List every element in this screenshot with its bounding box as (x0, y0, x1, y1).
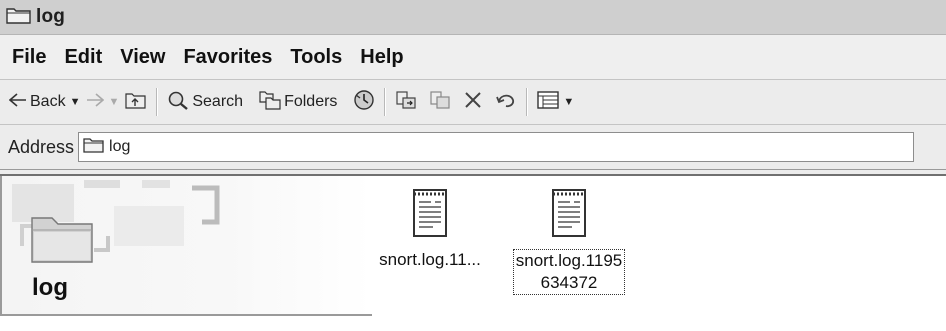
menu-tools[interactable]: Tools (290, 46, 342, 69)
up-folder-icon (125, 91, 147, 114)
file-name: snort.log.11... (379, 250, 481, 269)
menu-bar: File Edit View Favorites Tools Help (0, 35, 946, 80)
back-label: Back (30, 93, 66, 110)
address-bar: Address log (0, 125, 946, 170)
menu-favorites[interactable]: Favorites (183, 46, 272, 69)
folders-button[interactable]: Folders (256, 87, 340, 117)
toolbar-separator (526, 88, 529, 116)
delete-x-icon (463, 90, 483, 115)
folders-icon (259, 90, 281, 115)
address-label: Address (8, 136, 75, 157)
views-icon (537, 90, 560, 114)
toolbar-separator (384, 88, 387, 116)
menu-edit[interactable]: Edit (64, 46, 102, 69)
file-item-selected[interactable]: snort.log.1195 634372 (499, 186, 639, 295)
menu-file[interactable]: File (12, 46, 46, 69)
search-icon (167, 90, 189, 115)
forward-arrow-icon (86, 92, 105, 112)
move-to-button[interactable] (392, 87, 420, 117)
up-folder-button[interactable] (122, 87, 150, 117)
undo-button[interactable] (492, 87, 520, 117)
file-name-line2: 634372 (540, 273, 598, 292)
folder-content: log snort.log.11... snort.log.1195 634372 (0, 174, 946, 331)
file-item[interactable]: snort.log.11... (360, 186, 500, 271)
forward-dropdown-icon[interactable]: ▼ (108, 96, 119, 108)
history-icon (353, 89, 375, 116)
delete-button[interactable] (460, 87, 486, 117)
folder-panel-title: log (32, 274, 68, 301)
search-label: Search (192, 93, 244, 110)
views-dropdown-icon[interactable]: ▼ (563, 96, 574, 108)
address-value: log (109, 138, 131, 155)
back-arrow-icon (8, 92, 27, 112)
file-name: snort.log.1195 634372 (512, 249, 626, 295)
menu-help[interactable]: Help (360, 46, 403, 69)
back-dropdown-icon[interactable]: ▼ (70, 96, 81, 108)
window-title: log (36, 6, 66, 27)
copy-to-button[interactable] (426, 87, 454, 117)
text-file-icon (411, 189, 449, 242)
folder-info-panel: log (0, 176, 372, 316)
toolbar-separator (156, 88, 159, 116)
file-name-line1: snort.log.1195 (515, 251, 623, 270)
history-button[interactable] (350, 87, 378, 117)
title-bar: log (0, 0, 946, 35)
search-button[interactable]: Search (164, 87, 246, 117)
menu-view[interactable]: View (120, 46, 165, 69)
views-button[interactable]: ▼ (534, 87, 577, 117)
move-to-icon (395, 90, 417, 115)
back-button[interactable]: Back ▼ (6, 87, 83, 117)
text-file-icon (550, 189, 588, 242)
undo-icon (495, 91, 517, 114)
folders-label: Folders (284, 93, 338, 110)
forward-button[interactable]: ▼ (83, 87, 122, 117)
address-field[interactable]: log (78, 132, 915, 162)
toolbar: Back ▼ ▼ Search Folders ▼ (0, 80, 946, 125)
folder-icon (83, 137, 105, 158)
copy-to-icon (429, 90, 451, 115)
folder-icon (6, 6, 32, 29)
large-folder-icon (30, 210, 96, 269)
